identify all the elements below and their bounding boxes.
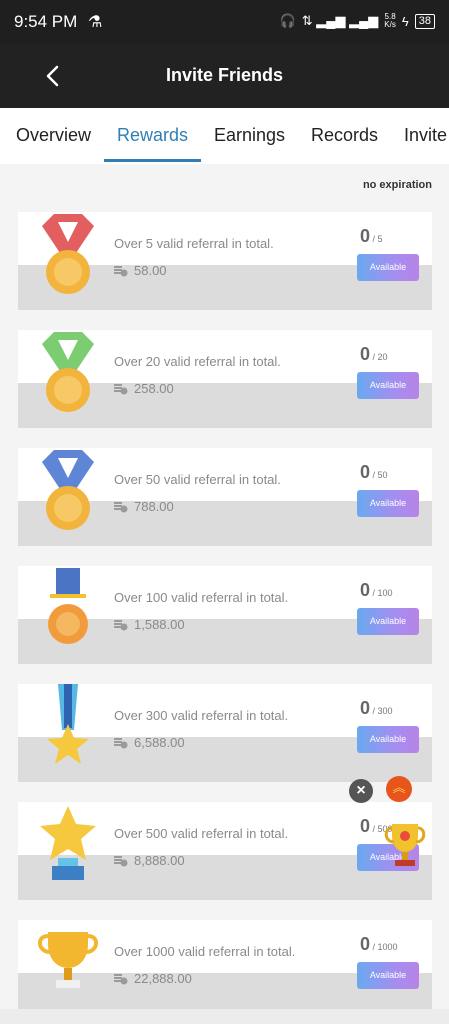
reward-amount-value: 788.00 [134, 499, 174, 514]
tab-earnings[interactable]: Earnings [214, 125, 285, 146]
available-button[interactable]: Available [357, 608, 419, 635]
tab-records[interactable]: Records [311, 125, 378, 146]
charging-icon: ϟ [401, 13, 409, 29]
reward-amount: 6,588.00 [114, 735, 185, 750]
reward-card: Over 50 valid referral in total. 788.00 … [18, 448, 432, 546]
reward-description: Over 5 valid referral in total. [114, 236, 274, 251]
reward-description: Over 500 valid referral in total. [114, 826, 289, 841]
progress-current: 0 [360, 934, 371, 954]
coin-stack-icon [114, 737, 128, 748]
reward-description: Over 100 valid referral in total. [114, 590, 289, 605]
available-button[interactable]: Available [357, 372, 419, 399]
reward-amount: 788.00 [114, 499, 174, 514]
tab-overview[interactable]: Overview [16, 125, 91, 146]
battery-icon: 38 [414, 13, 435, 29]
headphones-icon: 🎧 [279, 13, 296, 28]
network-speed: 5.8 K/s [384, 12, 396, 29]
referral-progress: 0 / 300 [360, 698, 430, 719]
reward-card: Over 1000 valid referral in total. 22,88… [18, 920, 432, 1018]
progress-target: / 100 [372, 588, 393, 598]
progress-target: / 50 [372, 470, 388, 480]
reward-amount: 58.00 [114, 263, 167, 278]
status-bar: 9:54 PM ⚗ 🎧 ⇅ ▂▄▆ ▂▄▆ 5.8 K/s ϟ 38 [0, 0, 449, 44]
coin-stack-icon [114, 973, 128, 984]
reward-description: Over 1000 valid referral in total. [114, 944, 296, 959]
referral-progress: 0 / 20 [360, 344, 430, 365]
available-button[interactable]: Available [357, 490, 419, 517]
tab-invite[interactable]: Invite [404, 125, 447, 146]
tab-rewards[interactable]: Rewards [117, 125, 188, 146]
available-button[interactable]: Available [357, 254, 419, 281]
progress-target: / 5 [372, 234, 383, 244]
reward-card: Over 5 valid referral in total. 58.00 0 … [18, 212, 432, 310]
progress-current: 0 [360, 698, 371, 718]
reward-amount-value: 6,588.00 [134, 735, 185, 750]
progress-current: 0 [360, 462, 371, 482]
progress-target: / 20 [372, 352, 388, 362]
signal-icon: ⇅ ▂▄▆ ▂▄▆ [301, 13, 379, 28]
referral-progress: 0 / 50 [360, 462, 430, 483]
flask-icon: ⚗ [88, 14, 103, 31]
bottom-edge [0, 1009, 449, 1024]
reward-amount-value: 58.00 [134, 263, 167, 278]
reward-amount-value: 8,888.00 [134, 853, 185, 868]
coin-stack-icon [114, 501, 128, 512]
coin-stack-icon [114, 383, 128, 394]
reward-amount: 258.00 [114, 381, 174, 396]
expiry-note: no expiration [362, 179, 432, 191]
reward-amount: 1,588.00 [114, 617, 185, 632]
reward-amount: 22,888.00 [114, 971, 192, 986]
progress-target: / 300 [372, 706, 393, 716]
progress-current: 0 [360, 580, 371, 600]
coin-stack-icon [114, 265, 128, 276]
reward-description: Over 20 valid referral in total. [114, 354, 281, 369]
reward-card: Over 300 valid referral in total. 6,588.… [18, 684, 432, 782]
reward-amount-value: 1,588.00 [134, 617, 185, 632]
progress-current: 0 [360, 226, 371, 246]
star-trophy-icon [30, 802, 106, 892]
available-button[interactable]: Available [357, 726, 419, 753]
progress-target: / 1000 [372, 942, 398, 952]
app-bar: Invite Friends [0, 44, 449, 108]
coin-stack-icon [114, 855, 128, 866]
status-time: 9:54 PM [14, 12, 78, 31]
reward-card: Over 100 valid referral in total. 1,588.… [18, 566, 432, 664]
floating-trophy-icon[interactable] [384, 814, 426, 874]
blue-ribbon-medal-icon [30, 448, 106, 538]
tab-bar: Overview Rewards Earnings Records Invite [0, 108, 449, 164]
reward-description: Over 300 valid referral in total. [114, 708, 289, 723]
reward-amount: 8,888.00 [114, 853, 185, 868]
reward-card: Over 500 valid referral in total. 8,888.… [18, 802, 432, 900]
available-button[interactable]: Available [357, 962, 419, 989]
page-title: Invite Friends [165, 65, 284, 85]
star-medal-icon [30, 684, 106, 774]
progress-current: 0 [360, 344, 371, 364]
hanging-medal-icon [30, 566, 106, 656]
progress-current: 0 [360, 816, 371, 836]
reward-card: Over 20 valid referral in total. 258.00 … [18, 330, 432, 428]
gold-cup-trophy-icon [30, 920, 106, 1010]
reward-amount-value: 258.00 [134, 381, 174, 396]
reward-description: Over 50 valid referral in total. [114, 472, 281, 487]
coin-stack-icon [114, 619, 128, 630]
red-ribbon-medal-icon [30, 212, 106, 302]
status-icons: 🎧 ⇅ ▂▄▆ ▂▄▆ 5.8 K/s ϟ 38 [280, 13, 435, 29]
green-ribbon-medal-icon [30, 330, 106, 420]
scroll-top-icon[interactable]: ︽ [386, 776, 412, 802]
referral-progress: 0 / 100 [360, 580, 430, 601]
reward-amount-value: 22,888.00 [134, 971, 192, 986]
referral-progress: 0 / 1000 [360, 934, 430, 955]
referral-progress: 0 / 5 [360, 226, 430, 247]
close-icon[interactable]: × [349, 779, 373, 803]
active-tab-indicator [104, 159, 201, 162]
